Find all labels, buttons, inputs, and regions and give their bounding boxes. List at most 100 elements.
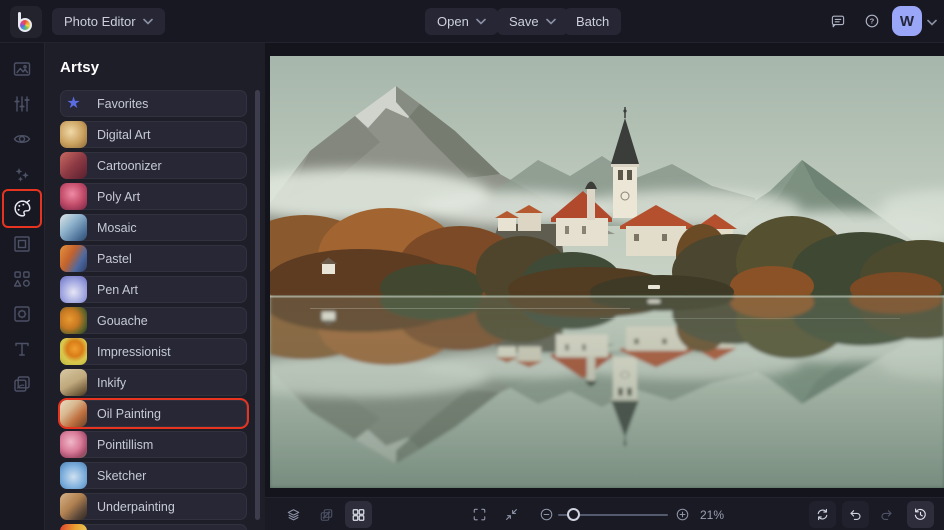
effect-thumbnail (60, 152, 87, 179)
compare-button[interactable] (313, 501, 340, 528)
effects-tool[interactable] (4, 156, 40, 191)
batch-label: Batch (576, 14, 610, 29)
undo-button[interactable] (842, 501, 869, 528)
effect-label: Digital Art (97, 127, 151, 142)
adjust-icon (14, 95, 30, 112)
palette-icon (13, 199, 30, 217)
save-label: Save (509, 14, 539, 29)
effect-list-item[interactable]: Pen Art (60, 276, 247, 303)
app-menu-button[interactable]: Photo Editor (52, 8, 165, 35)
effect-thumbnail (60, 183, 87, 210)
app-menu-label: Photo Editor (64, 14, 136, 29)
history-button[interactable] (907, 501, 934, 528)
compare-icon (320, 508, 333, 521)
batch-button[interactable]: Batch (564, 8, 622, 35)
effect-list-item[interactable]: Favorites (60, 90, 247, 117)
panel-title: Artsy (60, 59, 100, 76)
effect-label: Underpainting (97, 499, 175, 514)
avatar-initial: W (899, 12, 915, 30)
zoom-in-button[interactable] (669, 501, 696, 528)
artsy-panel: Artsy Favorites Digital Art Cartoonizer … (45, 43, 265, 530)
effect-list-item[interactable] (60, 524, 247, 530)
effect-list-item[interactable]: Poly Art (60, 183, 247, 210)
effect-list-item[interactable]: Impressionist (60, 338, 247, 365)
avatar[interactable]: W (892, 6, 922, 36)
photo-editor-app: Photo Editor Open Save Batch ? W Artsy ★… (0, 0, 944, 530)
text-icon (15, 342, 29, 356)
photo-edit-icon (13, 61, 31, 76)
fit-screen-button[interactable] (498, 501, 525, 528)
adjust-tool[interactable] (4, 86, 40, 121)
effect-label: Poly Art (97, 189, 141, 204)
touchup-tool[interactable] (4, 121, 40, 156)
graphics-tool[interactable] (4, 261, 40, 296)
panel-scrollbar[interactable] (255, 90, 260, 520)
effect-thumbnail (60, 462, 87, 489)
effect-list-item[interactable]: Gouache (60, 307, 247, 334)
fullscreen-button[interactable] (466, 501, 493, 528)
shapes-icon (13, 270, 30, 287)
minus-circle-icon (540, 508, 553, 521)
lake-bled-photo[interactable] (270, 56, 944, 488)
feedback-button[interactable] (824, 7, 852, 35)
effect-thumbnail (60, 245, 87, 272)
grid-view-button[interactable] (345, 501, 372, 528)
effect-label: Cartoonizer (97, 158, 162, 173)
effect-list-item[interactable]: Digital Art (60, 121, 247, 148)
effect-thumbnail (60, 338, 87, 365)
eye-icon (13, 134, 31, 143)
effect-thumbnail (60, 121, 87, 148)
effect-list-item[interactable]: Pastel (60, 245, 247, 272)
effect-thumbnail (60, 90, 87, 117)
zoom-out-button[interactable] (533, 501, 560, 528)
effect-thumbnail (60, 524, 87, 530)
layers-button[interactable] (280, 501, 307, 528)
effect-list-item[interactable]: Cartoonizer (60, 152, 247, 179)
effect-label: Oil Painting (97, 406, 161, 421)
effect-list-item[interactable]: Underpainting (60, 493, 247, 520)
layers-icon (287, 508, 300, 520)
effect-thumbnail (60, 369, 87, 396)
effect-list-item[interactable]: Mosaic (60, 214, 247, 241)
frames-tool[interactable] (4, 226, 40, 261)
open-button[interactable]: Open (425, 8, 498, 35)
canvas-area: 21% (265, 43, 944, 530)
effect-label: Inkify (97, 375, 127, 390)
effect-label: Favorites (97, 96, 149, 111)
sync-icon (817, 508, 828, 521)
grid-icon (352, 508, 365, 521)
account-chevron-down-icon[interactable] (927, 19, 937, 26)
svg-text:?: ? (870, 17, 875, 26)
bottom-bar: 21% (265, 497, 944, 530)
textures-tool[interactable] (4, 366, 40, 401)
chevron-down-icon (476, 18, 486, 25)
save-button[interactable]: Save (497, 8, 568, 35)
sparkles-icon (15, 167, 29, 182)
fit-screen-icon (506, 509, 517, 520)
frame-icon (14, 235, 30, 252)
zoom-level: 21% (700, 507, 725, 522)
effect-thumbnail (60, 493, 87, 520)
help-button[interactable]: ? (858, 7, 886, 35)
redo-button[interactable] (873, 501, 900, 528)
effect-label: Pointillism (97, 437, 154, 452)
effect-list-item[interactable]: Oil Painting (60, 400, 247, 427)
history-icon (914, 508, 926, 520)
effect-list-item[interactable]: Inkify (60, 369, 247, 396)
photo-edit-tool[interactable] (4, 51, 40, 86)
effect-thumbnail (60, 431, 87, 458)
effect-label: Pastel (97, 251, 132, 266)
zoom-slider-handle[interactable] (567, 508, 580, 521)
effect-list-item[interactable]: Pointillism (60, 431, 247, 458)
befunky-logo[interactable] (10, 6, 42, 38)
artsy-tool[interactable] (4, 191, 40, 226)
effect-label: Pen Art (97, 282, 138, 297)
top-bar: Photo Editor Open Save Batch ? W (0, 0, 944, 43)
effect-list-item[interactable]: Sketcher (60, 462, 247, 489)
text-tool[interactable] (4, 331, 40, 366)
open-label: Open (437, 14, 469, 29)
overlays-tool[interactable] (4, 296, 40, 331)
fullscreen-icon (473, 508, 486, 521)
refresh-button[interactable] (809, 501, 836, 528)
effect-thumbnail (60, 307, 87, 334)
